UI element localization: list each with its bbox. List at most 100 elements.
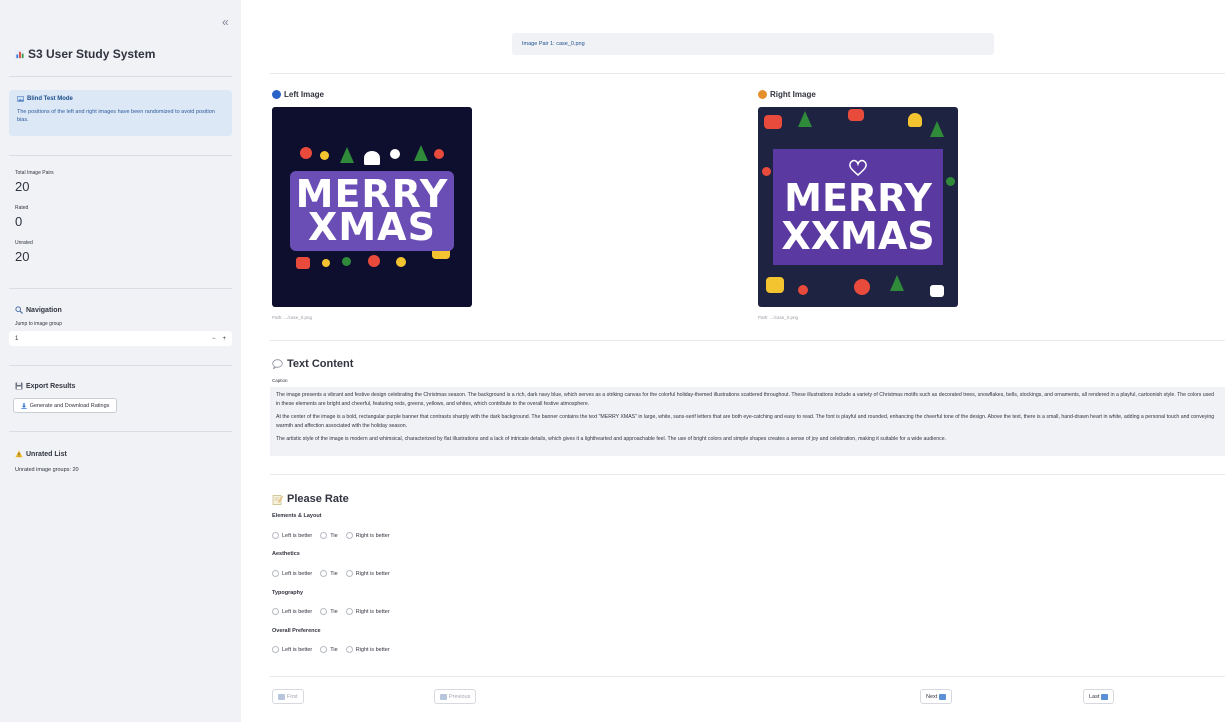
radio-label: Left is better	[282, 646, 313, 653]
image-pair-info: Image Pair 1: case_0.png	[512, 33, 994, 55]
caption-label: Caption	[272, 378, 288, 383]
sidebar: « S3 User Study System Blind Test Mode T…	[0, 0, 241, 722]
blind-mode-title-text: Blind Test Mode	[27, 96, 73, 102]
next-icon	[939, 693, 947, 700]
navigation-heading: Navigation	[15, 306, 62, 314]
radio-circle[interactable]	[272, 570, 279, 577]
ornament-shape	[762, 167, 771, 176]
stocking-shape	[764, 115, 782, 129]
radio-right-better[interactable]: Right is better	[345, 532, 390, 539]
left-poster-line-2: XMAS	[308, 205, 436, 249]
caption-paragraph: At the center of the image is a bold, re…	[276, 414, 1215, 429]
increment-button[interactable]: +	[222, 336, 226, 342]
right-poster-line-1: MERRY	[784, 176, 932, 220]
jump-input-value[interactable]: 1	[15, 336, 18, 342]
metric-unrated-value: 20	[15, 249, 30, 264]
tree-shape	[340, 147, 354, 163]
caption-paragraph: The artistic style of the image is moder…	[276, 436, 947, 442]
criterion-overall-options: Left is better Tie Right is better	[272, 646, 390, 653]
radio-circle[interactable]	[320, 570, 328, 577]
radio-right-better[interactable]: Right is better	[345, 646, 390, 653]
heart-shape	[364, 151, 380, 165]
criterion-elements-layout-label: Elements & Layout	[272, 513, 322, 519]
generate-download-button[interactable]: Generate and Download Ratings	[13, 398, 117, 413]
left-image-path: Path: .../case_0.png	[272, 315, 313, 320]
divider	[270, 340, 1225, 341]
radio-left-better[interactable]: Left is better	[272, 646, 312, 653]
radio-tie[interactable]: Tie	[320, 646, 338, 653]
radio-label: Tie	[330, 646, 338, 653]
unrated-count-text: Unrated image groups: 20	[15, 467, 79, 473]
radio-circle[interactable]	[320, 532, 328, 539]
radio-label: Right is better	[355, 532, 390, 539]
radio-tie[interactable]: Tie	[320, 570, 338, 577]
divider	[9, 288, 232, 289]
download-icon	[20, 402, 27, 409]
sock-shape	[930, 285, 944, 297]
tree-shape	[798, 111, 812, 127]
radio-circle[interactable]	[320, 608, 328, 615]
radio-circle[interactable]	[345, 608, 353, 615]
caption-paragraph: The image presents a vibrant and festive…	[276, 392, 1214, 407]
metric-total-label: Total Image Pairs	[15, 170, 54, 176]
collapse-sidebar-button[interactable]: «	[222, 15, 229, 29]
first-icon	[278, 693, 285, 700]
ornament-shape	[396, 257, 406, 267]
right-poster-banner: MERRY XXMAS	[773, 149, 943, 265]
radio-tie[interactable]: Tie	[320, 532, 338, 539]
left-image: MERRY XMAS	[272, 107, 472, 307]
radio-label: Right is better	[355, 570, 390, 577]
next-label: Next	[926, 693, 938, 700]
divider	[270, 474, 1225, 475]
first-label: First	[287, 693, 298, 700]
radio-left-better[interactable]: Left is better	[272, 608, 312, 615]
export-heading-text: Export Results	[26, 382, 76, 390]
tree-shape	[930, 121, 944, 137]
last-icon	[1101, 693, 1109, 700]
radio-circle[interactable]	[345, 570, 353, 577]
next-button[interactable]: Next	[920, 689, 953, 704]
memo-icon	[272, 494, 283, 505]
radio-left-better[interactable]: Left is better	[272, 570, 312, 577]
metric-unrated-label: Unrated	[15, 240, 33, 246]
ornament-shape	[854, 279, 870, 295]
left-image-title: Left Image	[284, 90, 325, 99]
right-image: MERRY XXMAS	[758, 107, 958, 307]
radio-label: Right is better	[355, 608, 390, 615]
first-button[interactable]: First	[272, 689, 304, 704]
blind-mode-title: Blind Test Mode	[17, 96, 224, 102]
left-image-heading: Left Image	[272, 90, 324, 99]
jump-number-input[interactable]: 1 − +	[9, 331, 232, 346]
radio-label: Tie	[330, 570, 338, 577]
warning-icon	[15, 450, 23, 458]
divider	[270, 676, 1225, 677]
previous-label: Previous	[449, 693, 471, 700]
radio-circle[interactable]	[272, 532, 279, 539]
image-icon	[17, 96, 24, 102]
radio-circle[interactable]	[272, 646, 279, 653]
radio-circle[interactable]	[345, 532, 353, 539]
export-heading: Export Results	[15, 382, 75, 390]
radio-tie[interactable]: Tie	[320, 608, 338, 615]
criterion-typography-options: Left is better Tie Right is better	[272, 608, 390, 615]
caption-text-area[interactable]: The image presents a vibrant and festive…	[270, 387, 1225, 456]
speech-bubble-icon	[272, 359, 283, 369]
radio-label: Left is better	[282, 532, 313, 539]
decrement-button[interactable]: −	[212, 336, 216, 342]
radio-right-better[interactable]: Right is better	[345, 608, 390, 615]
sweater-shape	[766, 277, 784, 293]
radio-left-better[interactable]: Left is better	[272, 532, 312, 539]
ornament-shape	[300, 147, 312, 159]
radio-circle[interactable]	[272, 608, 279, 615]
right-image-heading: Right Image	[758, 90, 816, 99]
ornament-shape	[798, 285, 808, 295]
previous-button[interactable]: Previous	[434, 689, 477, 704]
radio-label: Left is better	[282, 570, 313, 577]
last-button[interactable]: Last	[1083, 689, 1115, 704]
jump-label: Jump to image group	[15, 321, 62, 327]
ornament-shape	[368, 255, 380, 267]
radio-right-better[interactable]: Right is better	[345, 570, 390, 577]
tree-shape	[414, 145, 428, 161]
radio-circle[interactable]	[320, 646, 328, 653]
radio-circle[interactable]	[345, 646, 353, 653]
